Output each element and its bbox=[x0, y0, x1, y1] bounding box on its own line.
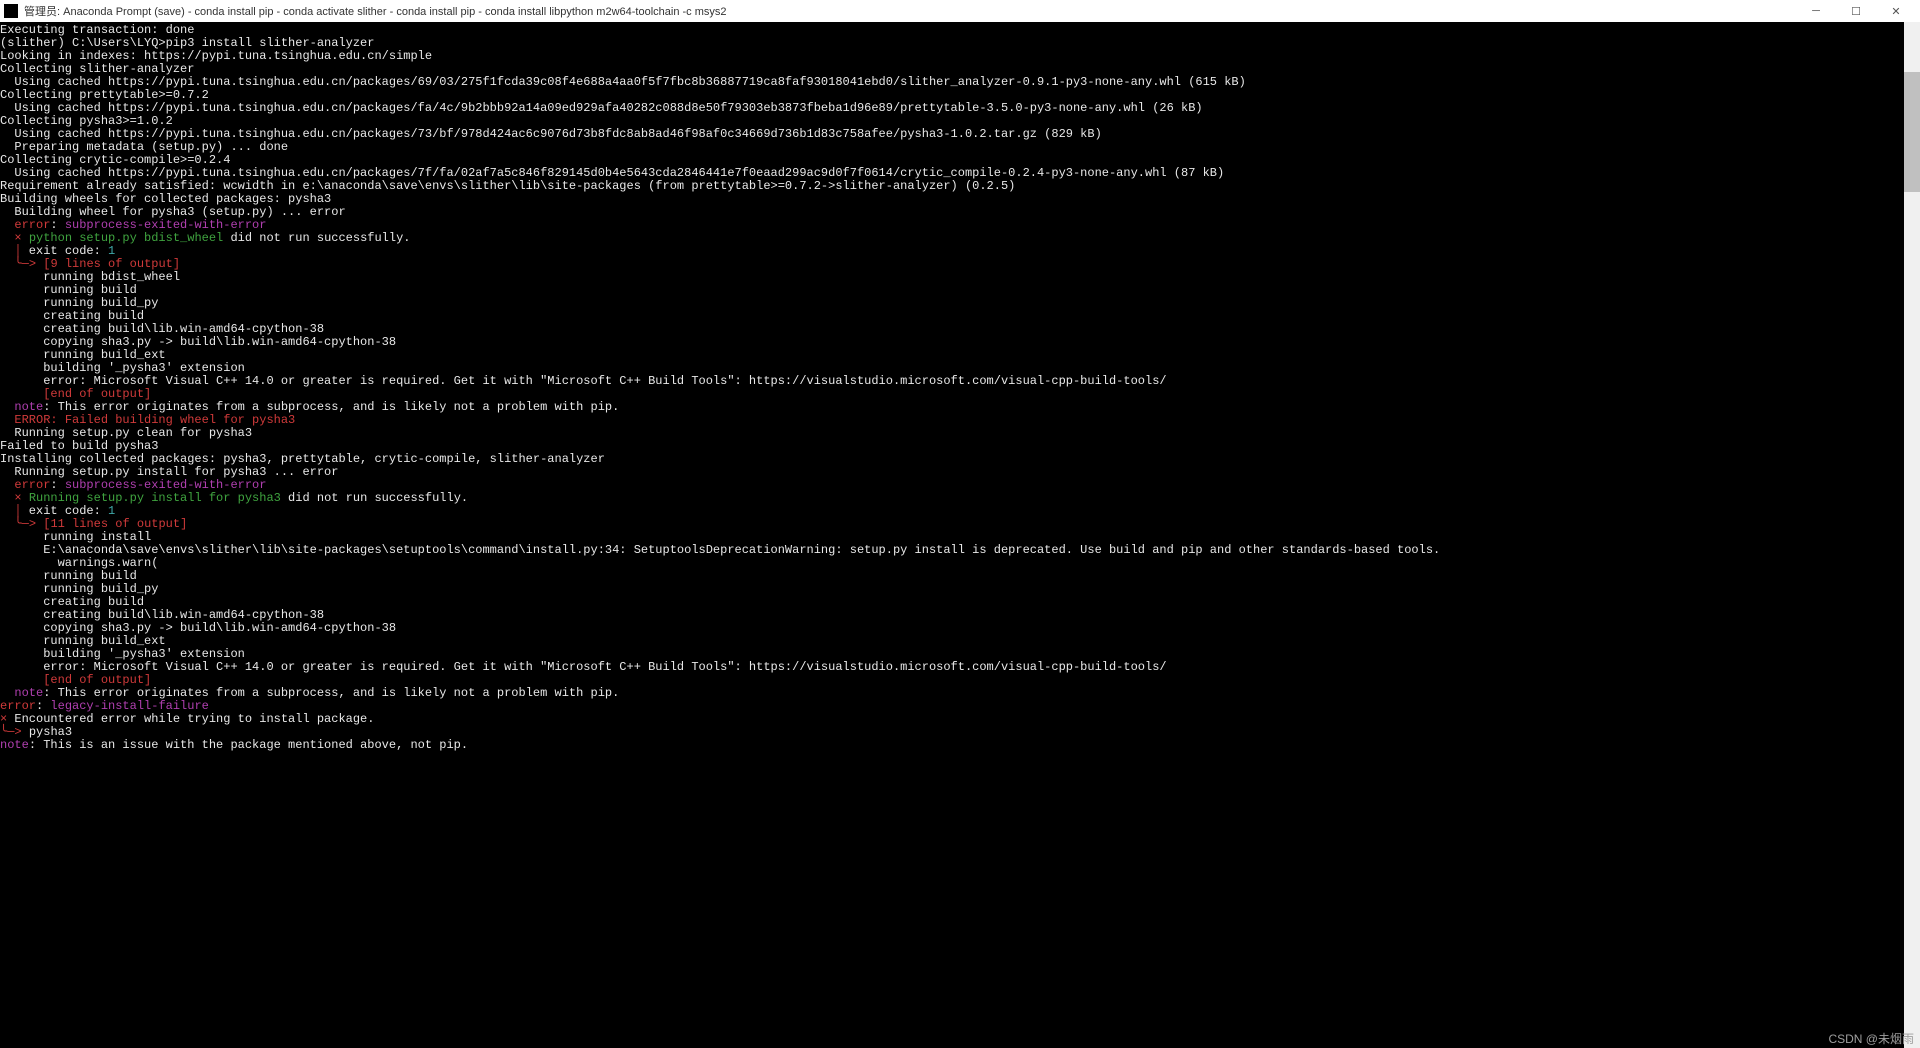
app-icon bbox=[4, 4, 18, 18]
terminal-line: running build_ext bbox=[0, 349, 1920, 362]
terminal-line: Preparing metadata (setup.py) ... done bbox=[0, 141, 1920, 154]
terminal-line: × python setup.py bdist_wheel did not ru… bbox=[0, 232, 1920, 245]
terminal-line: Building wheel for pysha3 (setup.py) ...… bbox=[0, 206, 1920, 219]
terminal-line: Running setup.py install for pysha3 ... … bbox=[0, 466, 1920, 479]
terminal-line: running build_py bbox=[0, 583, 1920, 596]
scrollbar[interactable] bbox=[1904, 22, 1920, 1048]
window-title: 管理员: Anaconda Prompt (save) - conda inst… bbox=[24, 3, 1796, 19]
terminal-line: running build bbox=[0, 570, 1920, 583]
terminal-line: ╰─> [11 lines of output] bbox=[0, 518, 1920, 531]
terminal-line: note: This error originates from a subpr… bbox=[0, 687, 1920, 700]
terminal-line: × Encountered error while trying to inst… bbox=[0, 713, 1920, 726]
terminal-line: ╰─> [9 lines of output] bbox=[0, 258, 1920, 271]
terminal-line: running build_py bbox=[0, 297, 1920, 310]
window-controls: ─ ☐ ✕ bbox=[1796, 0, 1916, 22]
terminal-line: error: Microsoft Visual C++ 14.0 or grea… bbox=[0, 661, 1920, 674]
terminal-line: │ exit code: 1 bbox=[0, 505, 1920, 518]
terminal-line: note: This is an issue with the package … bbox=[0, 739, 1920, 752]
terminal-line: × Running setup.py install for pysha3 di… bbox=[0, 492, 1920, 505]
terminal-line: error: Microsoft Visual C++ 14.0 or grea… bbox=[0, 375, 1920, 388]
watermark: CSDN @未烟雨 bbox=[1828, 1033, 1914, 1046]
terminal-line: ERROR: Failed building wheel for pysha3 bbox=[0, 414, 1920, 427]
scrollbar-thumb[interactable] bbox=[1904, 72, 1920, 192]
terminal-output[interactable]: Executing transaction: done(slither) C:\… bbox=[0, 22, 1920, 1048]
terminal-line: Using cached https://pypi.tuna.tsinghua.… bbox=[0, 102, 1920, 115]
terminal-line: Looking in indexes: https://pypi.tuna.ts… bbox=[0, 50, 1920, 63]
terminal-line: Using cached https://pypi.tuna.tsinghua.… bbox=[0, 76, 1920, 89]
close-button[interactable]: ✕ bbox=[1876, 0, 1916, 22]
terminal-line: running build_ext bbox=[0, 635, 1920, 648]
terminal-line: running bdist_wheel bbox=[0, 271, 1920, 284]
terminal-line: E:\anaconda\save\envs\slither\lib\site-p… bbox=[0, 544, 1920, 557]
terminal-line: │ exit code: 1 bbox=[0, 245, 1920, 258]
minimize-button[interactable]: ─ bbox=[1796, 0, 1836, 22]
terminal-line: copying sha3.py -> build\lib.win-amd64-c… bbox=[0, 622, 1920, 635]
terminal-line: Running setup.py clean for pysha3 bbox=[0, 427, 1920, 440]
terminal-line: warnings.warn( bbox=[0, 557, 1920, 570]
maximize-button[interactable]: ☐ bbox=[1836, 0, 1876, 22]
terminal-line: copying sha3.py -> build\lib.win-amd64-c… bbox=[0, 336, 1920, 349]
window-titlebar: 管理员: Anaconda Prompt (save) - conda inst… bbox=[0, 0, 1920, 22]
terminal-line: running build bbox=[0, 284, 1920, 297]
